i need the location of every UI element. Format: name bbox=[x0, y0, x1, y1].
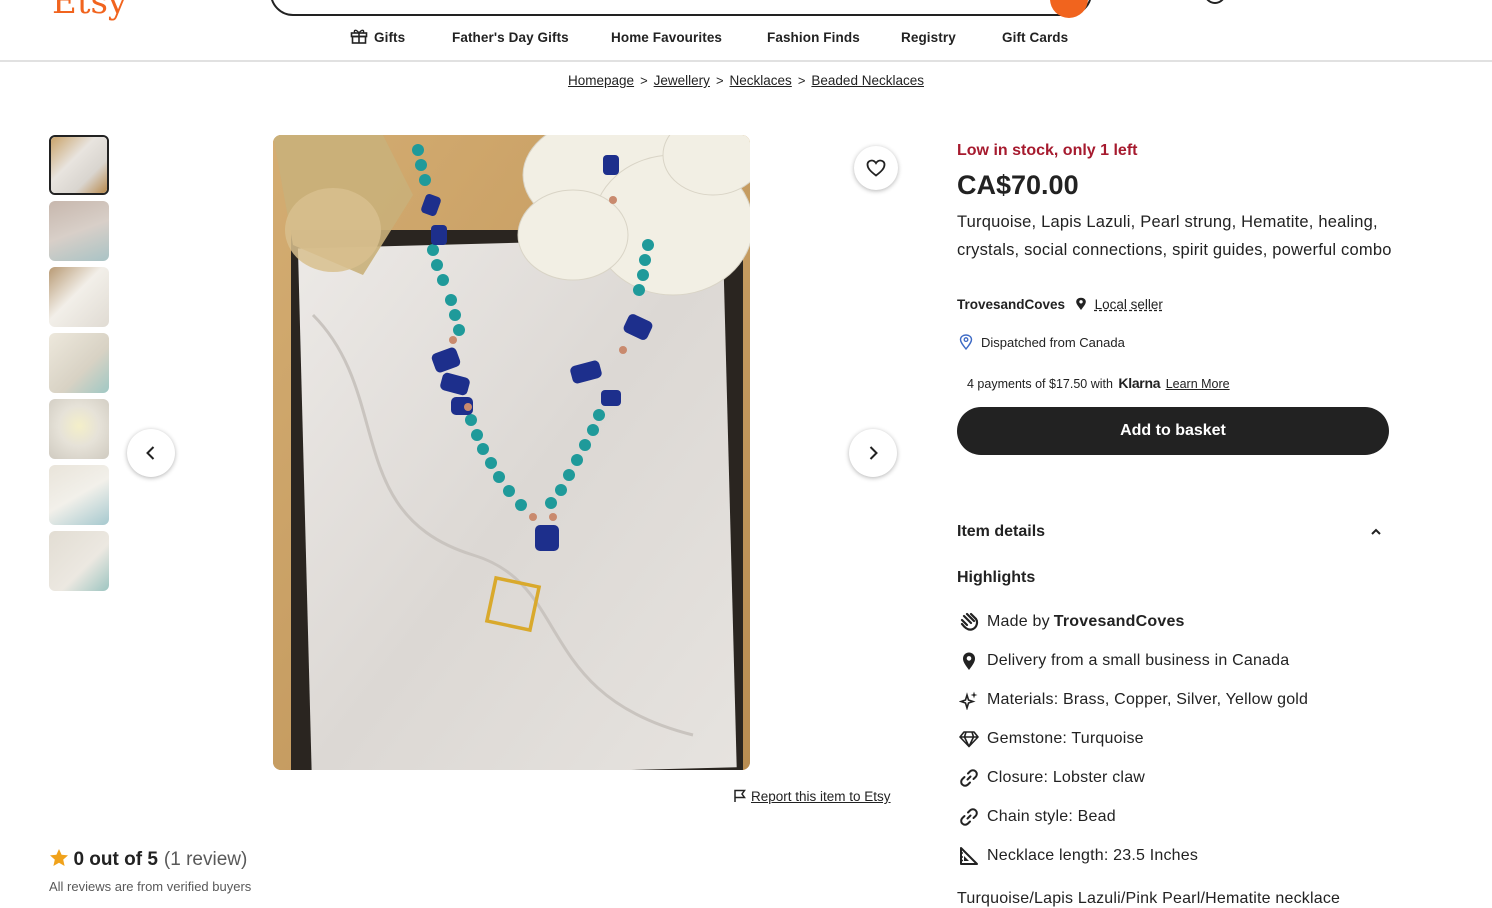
thumbnail-4[interactable] bbox=[49, 333, 109, 393]
site-header: Etsy Gifts Father's Day Gifts Home Favou… bbox=[0, 0, 1492, 62]
rating-score: 0 out of 5 bbox=[73, 849, 158, 870]
klarna-learn-more[interactable]: Learn More bbox=[1166, 377, 1230, 391]
highlight-closure: Closure: Lobster claw bbox=[957, 758, 1397, 797]
highlights-heading: Highlights bbox=[957, 569, 1036, 586]
breadcrumb-necklaces[interactable]: Necklaces bbox=[730, 73, 792, 88]
review-count[interactable]: (1 review) bbox=[164, 849, 247, 870]
highlight-text: Delivery from a small business in Canada bbox=[987, 651, 1290, 669]
highlight-made-by: Made by TrovesandCoves bbox=[957, 602, 1397, 641]
heart-icon bbox=[866, 159, 886, 177]
hand-icon bbox=[957, 610, 981, 634]
seller-row: TrovesandCoves Local seller bbox=[957, 297, 1163, 312]
highlight-materials: Materials: Brass, Copper, Silver, Yellow… bbox=[957, 680, 1397, 719]
thumbnail-7[interactable] bbox=[49, 531, 109, 591]
breadcrumb-homepage[interactable]: Homepage bbox=[568, 73, 634, 88]
location-icon bbox=[959, 334, 973, 351]
breadcrumb-beaded-necklaces[interactable]: Beaded Necklaces bbox=[811, 73, 924, 88]
highlight-delivery: Delivery from a small business in Canada bbox=[957, 641, 1397, 680]
chevron-right-icon: > bbox=[640, 73, 648, 88]
chevron-right-icon: > bbox=[797, 73, 806, 88]
klarna-logo: Klarna bbox=[1118, 375, 1161, 391]
klarna-text: 4 payments of $17.50 with bbox=[967, 377, 1113, 391]
thumbnail-list bbox=[49, 135, 111, 597]
highlight-text: Closure: Lobster claw bbox=[987, 768, 1146, 786]
previous-image-button[interactable] bbox=[127, 429, 175, 477]
add-to-basket-button[interactable]: Add to basket bbox=[957, 407, 1389, 455]
link-icon bbox=[957, 805, 981, 829]
header-icons bbox=[1200, 0, 1380, 4]
gem-icon bbox=[957, 727, 981, 751]
price: CA$70.00 bbox=[957, 170, 1079, 200]
favourite-button[interactable] bbox=[854, 146, 898, 190]
thumbnail-6[interactable] bbox=[49, 465, 109, 525]
search-bar[interactable] bbox=[270, 0, 1092, 18]
thumbnail-3[interactable] bbox=[49, 267, 109, 327]
etsy-logo[interactable]: Etsy bbox=[52, 0, 127, 22]
item-details-toggle[interactable]: Item details bbox=[957, 523, 1389, 543]
item-details-heading: Item details bbox=[957, 523, 1046, 540]
highlight-text: Necklace length: 23.5 Inches bbox=[987, 846, 1199, 864]
nav-registry[interactable]: Registry bbox=[901, 30, 956, 45]
link-icon bbox=[957, 766, 981, 790]
thumbnail-5[interactable] bbox=[49, 399, 109, 459]
nav-gift-cards[interactable]: Gift Cards bbox=[1002, 30, 1068, 45]
thumbnail-1[interactable] bbox=[49, 135, 109, 195]
search-button[interactable] bbox=[1050, 0, 1088, 18]
highlight-text: Chain style: Bead bbox=[987, 807, 1116, 825]
listing-title: Turquoise, Lapis Lazuli, Pearl strung, H… bbox=[957, 213, 1392, 259]
chevron-up-icon bbox=[1371, 528, 1381, 535]
chevron-left-icon bbox=[146, 446, 155, 460]
breadcrumb-jewellery[interactable]: Jewellery bbox=[654, 73, 710, 88]
sparkle-icon bbox=[957, 688, 981, 712]
flag-icon bbox=[734, 789, 746, 802]
pin-icon bbox=[957, 649, 981, 673]
local-seller-link[interactable]: Local seller bbox=[1095, 297, 1163, 312]
account-icon[interactable] bbox=[1204, 0, 1226, 4]
nav-fashion-finds[interactable]: Fashion Finds bbox=[767, 30, 860, 45]
breadcrumb: Homepage > Jewellery > Necklaces > Beaded Neck… bbox=[0, 73, 1492, 91]
klarna-info: 4 payments of $17.50 with Klarna Learn M… bbox=[967, 375, 1230, 391]
dispatch-text: Dispatched from Canada bbox=[981, 335, 1125, 350]
dispatch-info: Dispatched from Canada bbox=[957, 334, 1125, 351]
highlight-text: Gemstone: Turquoise bbox=[987, 729, 1144, 747]
nav-gifts[interactable]: Gifts bbox=[374, 30, 405, 45]
highlight-text: Materials: Brass, Copper, Silver, Yellow… bbox=[987, 690, 1309, 708]
highlight-text: Made by bbox=[987, 612, 1050, 630]
nav-fathers-day[interactable]: Father's Day Gifts bbox=[452, 30, 569, 45]
item-description: Turquoise/Lapis Lazuli/Pink Pearl/Hemati… bbox=[957, 890, 1341, 907]
report-item-label: Report this item to Etsy bbox=[751, 789, 891, 804]
highlight-seller[interactable]: TrovesandCoves bbox=[1054, 613, 1185, 631]
nav-home-favourites[interactable]: Home Favourites bbox=[611, 30, 722, 45]
seller-name[interactable]: TrovesandCoves bbox=[957, 297, 1065, 312]
report-item-link[interactable]: Report this item to Etsy bbox=[733, 789, 891, 804]
stock-warning: Low in stock, only 1 left bbox=[957, 142, 1138, 159]
verified-note: All reviews are from verified buyers bbox=[49, 879, 252, 894]
highlight-necklace-length: Necklace length: 23.5 Inches bbox=[957, 836, 1397, 875]
star-icon bbox=[50, 849, 68, 866]
pin-icon bbox=[1076, 297, 1086, 310]
thumbnail-2[interactable] bbox=[49, 201, 109, 261]
main-product-image[interactable] bbox=[273, 135, 750, 770]
necklace-photo bbox=[273, 135, 750, 770]
next-image-button[interactable] bbox=[849, 429, 897, 477]
ruler-icon bbox=[957, 844, 981, 868]
chevron-right-icon bbox=[869, 446, 878, 460]
category-nav: Gifts Father's Day Gifts Home Favourites… bbox=[0, 26, 1492, 50]
gift-icon bbox=[350, 29, 368, 44]
highlight-gemstone: Gemstone: Turquoise bbox=[957, 719, 1397, 758]
chevron-right-icon: > bbox=[715, 73, 724, 88]
highlight-chain-style: Chain style: Bead bbox=[957, 797, 1397, 836]
review-summary: 0 out of 5 (1 review) bbox=[49, 848, 247, 871]
highlights-list: Made by TrovesandCoves Delivery from a sm… bbox=[957, 602, 1397, 875]
